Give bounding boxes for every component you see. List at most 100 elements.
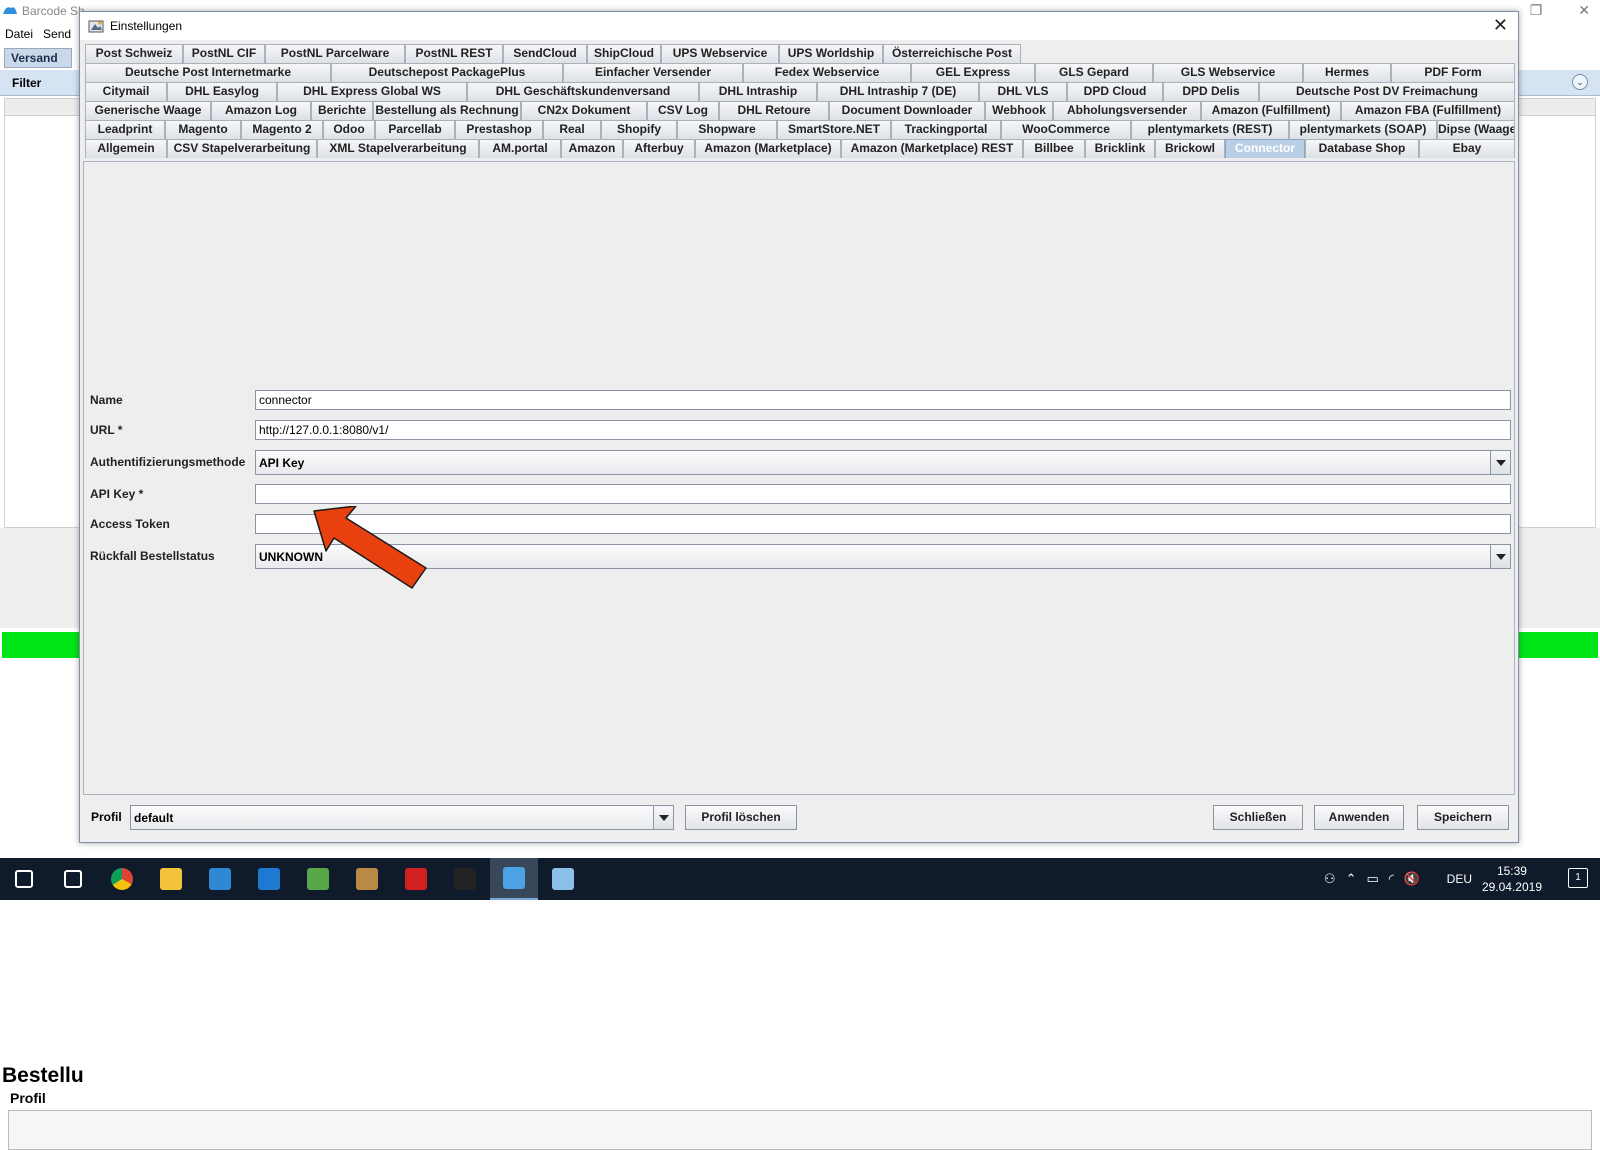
- taskbar-item-chrome[interactable]: [98, 858, 146, 900]
- chevron-up-icon[interactable]: ⌃: [1346, 871, 1367, 886]
- auth-method-select[interactable]: API Key: [255, 450, 1511, 475]
- taskbar-item-paint[interactable]: [539, 858, 587, 900]
- tab-smartstore-net[interactable]: SmartStore.NET: [777, 120, 891, 139]
- tab-dpd-cloud[interactable]: DPD Cloud: [1067, 82, 1163, 101]
- tab-postnl-cif[interactable]: PostNL CIF: [183, 44, 265, 63]
- tab-bestellung-als-rechnung[interactable]: Bestellung als Rechnung: [373, 101, 521, 120]
- tab-citymail[interactable]: Citymail: [85, 82, 167, 101]
- tab-gel-express[interactable]: GEL Express: [911, 63, 1035, 82]
- tab-magento-2[interactable]: Magento 2: [241, 120, 323, 139]
- tab-am-portal[interactable]: AM.portal: [479, 139, 561, 158]
- tab-deutsche-post-internetmarke[interactable]: Deutsche Post Internetmarke: [85, 63, 331, 82]
- tab-dhl-intraship[interactable]: DHL Intraship: [699, 82, 817, 101]
- people-icon[interactable]: ⚇: [1324, 871, 1346, 886]
- tab-hermes[interactable]: Hermes: [1303, 63, 1391, 82]
- menu-datei[interactable]: Datei: [0, 24, 38, 44]
- tab-plentymarkets-rest[interactable]: plentymarkets (REST): [1131, 120, 1289, 139]
- profil-select[interactable]: default: [130, 805, 674, 830]
- notification-center-icon[interactable]: 1: [1568, 868, 1588, 888]
- tab-post-schweiz[interactable]: Post Schweiz: [85, 44, 183, 63]
- close-icon[interactable]: ✕: [1578, 2, 1590, 18]
- tab-shopify[interactable]: Shopify: [601, 120, 677, 139]
- tab-document-downloader[interactable]: Document Downloader: [829, 101, 985, 120]
- taskbar-item-barcode-shipper[interactable]: [490, 858, 538, 900]
- tab-generische-waage[interactable]: Generische Waage: [85, 101, 211, 120]
- tab-parcellab[interactable]: Parcellab: [375, 120, 455, 139]
- tab-pdf-form[interactable]: PDF Form: [1391, 63, 1515, 82]
- tab-connector[interactable]: Connector: [1225, 139, 1305, 158]
- tab-allgemein[interactable]: Allgemein: [85, 139, 167, 158]
- fallback-status-select[interactable]: UNKNOWN: [255, 544, 1511, 569]
- tab-amazon[interactable]: Amazon: [561, 139, 623, 158]
- tab-csv-stapelverarbeitung[interactable]: CSV Stapelverarbeitung: [167, 139, 317, 158]
- tab-woocommerce[interactable]: WooCommerce: [1001, 120, 1131, 139]
- chevron-down-icon[interactable]: [1490, 451, 1510, 474]
- tab-gls-gepard[interactable]: GLS Gepard: [1035, 63, 1153, 82]
- tab-postnl-rest[interactable]: PostNL REST: [405, 44, 503, 63]
- tab-versand[interactable]: Versand: [4, 48, 72, 68]
- tab-amazon-marketplace[interactable]: Amazon (Marketplace): [695, 139, 841, 158]
- tab-magento[interactable]: Magento: [165, 120, 241, 139]
- close-icon[interactable]: ✕: [1493, 16, 1508, 34]
- tab-deutschepost-packageplus[interactable]: Deutschepost PackagePlus: [331, 63, 563, 82]
- network-icon[interactable]: ◜: [1389, 871, 1404, 886]
- tab-dhl-geschäftskundenversand[interactable]: DHL Geschäftskundenversand: [467, 82, 699, 101]
- restore-icon[interactable]: ❐: [1530, 2, 1543, 18]
- tab-dhl-retoure[interactable]: DHL Retoure: [719, 101, 829, 120]
- tab-leadprint[interactable]: Leadprint: [85, 120, 165, 139]
- volume-muted-icon[interactable]: 🔇: [1404, 871, 1430, 886]
- tab-xml-stapelverarbeitung[interactable]: XML Stapelverarbeitung: [317, 139, 479, 158]
- taskbar-item-notepad[interactable]: [294, 858, 342, 900]
- taskbar-item-package[interactable]: [343, 858, 391, 900]
- tab-database-shop[interactable]: Database Shop: [1305, 139, 1419, 158]
- tab-deutsche-post-dv-freimachung[interactable]: Deutsche Post DV Freimachung: [1259, 82, 1515, 101]
- tab-dhl-vls[interactable]: DHL VLS: [979, 82, 1067, 101]
- close-button[interactable]: Schließen: [1213, 805, 1303, 830]
- tab-billbee[interactable]: Billbee: [1023, 139, 1085, 158]
- collapse-icon[interactable]: ⌄: [1572, 74, 1588, 90]
- tab-dhl-intraship-7-de[interactable]: DHL Intraship 7 (DE): [817, 82, 979, 101]
- tab-amazon-fulfillment[interactable]: Amazon (Fulfillment): [1201, 101, 1341, 120]
- tab-ebay[interactable]: Ebay: [1419, 139, 1515, 158]
- tab-amazon-log[interactable]: Amazon Log: [211, 101, 311, 120]
- tab-bricklink[interactable]: Bricklink: [1085, 139, 1155, 158]
- taskbar-item-acrobat[interactable]: [392, 858, 440, 900]
- save-button[interactable]: Speichern: [1417, 805, 1509, 830]
- clock[interactable]: 15:39 29.04.2019: [1482, 863, 1542, 895]
- taskbar-item-file-explorer[interactable]: [147, 858, 195, 900]
- apply-button[interactable]: Anwenden: [1314, 805, 1404, 830]
- tab-ups-webservice[interactable]: UPS Webservice: [661, 44, 779, 63]
- taskbar-item-terminal[interactable]: [441, 858, 489, 900]
- chevron-down-icon[interactable]: [653, 806, 673, 829]
- tab-berichte[interactable]: Berichte: [311, 101, 373, 120]
- tab-afterbuy[interactable]: Afterbuy: [623, 139, 695, 158]
- tab-trackingportal[interactable]: Trackingportal: [891, 120, 1001, 139]
- taskbar-item-task-view[interactable]: [49, 858, 97, 900]
- battery-icon[interactable]: ▭: [1366, 871, 1388, 886]
- tab-fedex-webservice[interactable]: Fedex Webservice: [743, 63, 911, 82]
- tab-shopware[interactable]: Shopware: [677, 120, 777, 139]
- tab-postnl-parcelware[interactable]: PostNL Parcelware: [265, 44, 405, 63]
- tab-odoo[interactable]: Odoo: [323, 120, 375, 139]
- tab-plentymarkets-soap[interactable]: plentymarkets (SOAP): [1289, 120, 1437, 139]
- taskbar-item-teamviewer[interactable]: [245, 858, 293, 900]
- tab-dipse-waage[interactable]: Dipse (Waage): [1437, 120, 1515, 139]
- chevron-down-icon[interactable]: [1490, 545, 1510, 568]
- tab-real[interactable]: Real: [543, 120, 601, 139]
- access-token-field[interactable]: [255, 514, 1511, 534]
- tab-cn2x-dokument[interactable]: CN2x Dokument: [521, 101, 647, 120]
- tab-dhl-express-global-ws[interactable]: DHL Express Global WS: [277, 82, 467, 101]
- tray-icons[interactable]: ⚇⌃▭◜🔇: [1324, 871, 1430, 887]
- tab-csv-log[interactable]: CSV Log: [647, 101, 719, 120]
- tab-ups-worldship[interactable]: UPS Worldship: [779, 44, 883, 63]
- url-field[interactable]: http://127.0.0.1:8080/v1/: [255, 420, 1511, 440]
- name-field[interactable]: connector: [255, 390, 1511, 410]
- tab-brickowl[interactable]: Brickowl: [1155, 139, 1225, 158]
- apikey-field[interactable]: [255, 484, 1511, 504]
- tab-prestashop[interactable]: Prestashop: [455, 120, 543, 139]
- tab-amazon-marketplace-rest[interactable]: Amazon (Marketplace) REST: [841, 139, 1023, 158]
- language-indicator[interactable]: DEU: [1447, 872, 1472, 886]
- delete-profile-button[interactable]: Profil löschen: [685, 805, 797, 830]
- tab-dhl-easylog[interactable]: DHL Easylog: [167, 82, 277, 101]
- tab-webhook[interactable]: Webhook: [985, 101, 1053, 120]
